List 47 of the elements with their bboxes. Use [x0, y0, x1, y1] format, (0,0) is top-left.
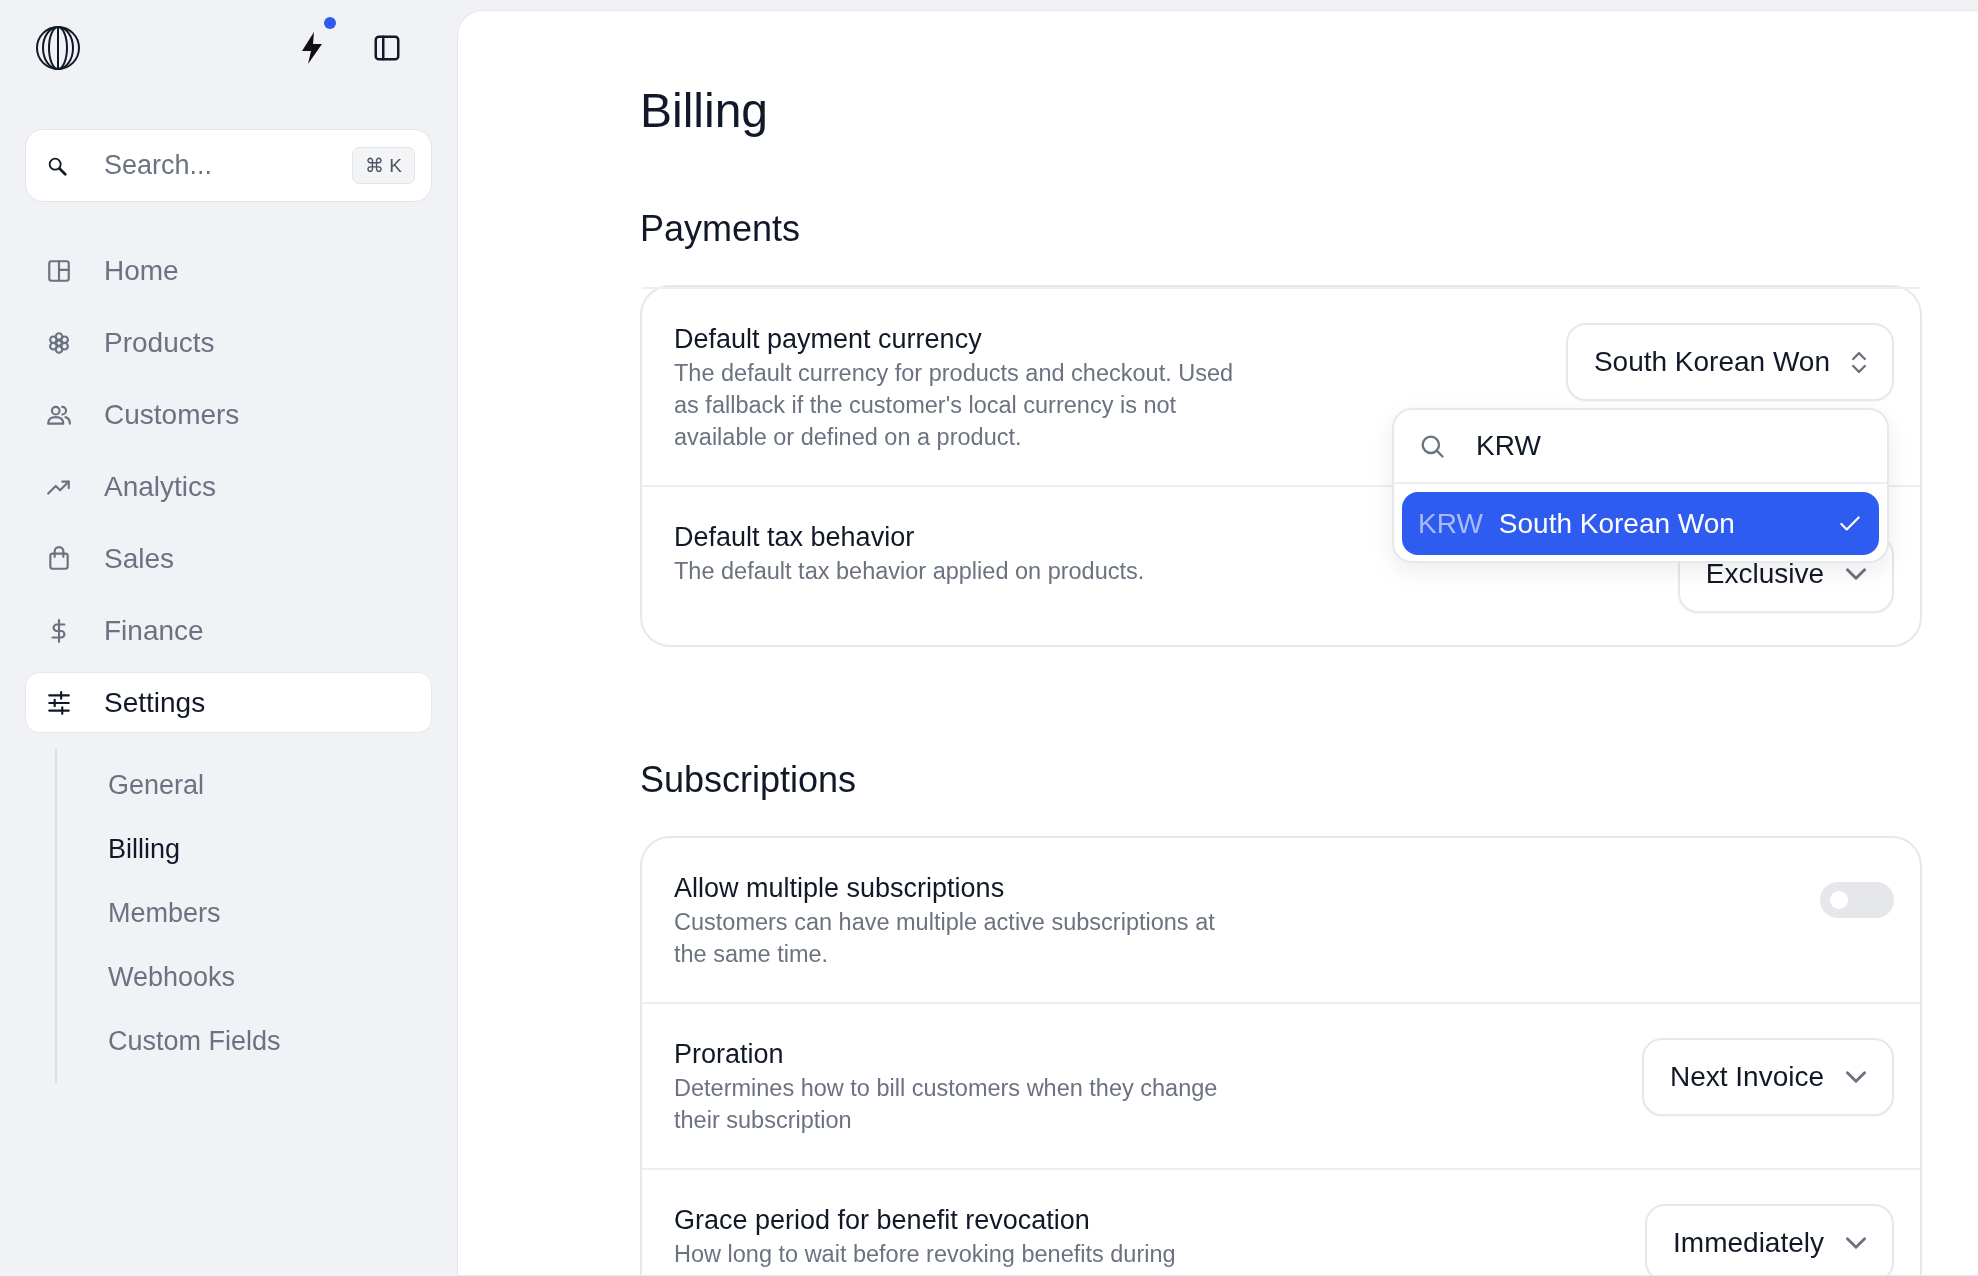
section-title: Subscriptions	[640, 758, 858, 802]
search-field[interactable]: Search... ⌘ K	[25, 129, 432, 202]
setting-title: Default tax behavior	[674, 521, 916, 553]
toggle-switch[interactable]	[1820, 882, 1894, 918]
setting-title: Grace period for benefit revocation	[674, 1204, 1091, 1236]
setting-title: Proration	[674, 1038, 785, 1070]
sliders-icon	[46, 689, 72, 716]
sub-nav-item[interactable]: Billing	[57, 817, 432, 881]
dropdown-search-input[interactable]: KRW	[1474, 429, 1778, 463]
nav-item[interactable]: Finance	[25, 600, 432, 661]
dropdown-search-field[interactable]: KRW	[1394, 410, 1887, 484]
nav-item[interactable]: Sales	[25, 528, 432, 589]
lightning-icon[interactable]	[300, 31, 324, 65]
page-title: Billing	[640, 83, 770, 139]
sub-nav-item[interactable]: Members	[57, 881, 432, 945]
select-dropdown[interactable]: Immediately	[1645, 1204, 1894, 1275]
shortcut-hint: ⌘ K	[352, 147, 415, 184]
setting-description: Determines how to bill customers when they change their subscription	[674, 1074, 1219, 1135]
currency-code: KRW	[1418, 507, 1483, 540]
nav-item[interactable]: Analytics	[25, 456, 432, 517]
setting-description: The default currency for products and checkout. Used as fallback if the customer's local currency is not available or defined on a product.	[674, 359, 1234, 452]
nav-item[interactable]: Products	[25, 312, 432, 373]
sub-nav-item[interactable]: General	[57, 753, 432, 817]
setting-title: Allow multiple subscriptions	[674, 872, 1006, 904]
setting-title: Default payment currency	[674, 323, 983, 355]
nav-item[interactable]: Home	[25, 240, 432, 301]
select-dropdown[interactable]: Next Invoice	[1641, 1038, 1894, 1116]
select-dropdown[interactable]: South Korean Won	[1565, 323, 1894, 401]
section-title: Payments	[640, 207, 802, 251]
nav-item[interactable]: Customers	[25, 384, 432, 445]
layout-icon	[46, 257, 72, 284]
logo-icon	[34, 24, 82, 72]
search-input[interactable]: Search...	[102, 149, 353, 182]
chevron-down-icon	[1846, 1071, 1866, 1083]
setting-description: The default tax behavior applied on products.	[674, 557, 1146, 586]
flower-icon	[46, 329, 72, 356]
updown-caret-icon	[1852, 351, 1866, 373]
sub-nav-item[interactable]: Custom Fields	[57, 1009, 432, 1073]
dropdown-option[interactable]: KRW South Korean Won	[1402, 492, 1879, 555]
setting-description: How long to wait before revoking benefits during	[674, 1240, 1177, 1269]
nav-item[interactable]: Settings	[25, 672, 432, 733]
sidebar-toggle-icon[interactable]	[372, 33, 402, 63]
bag-icon	[46, 545, 72, 572]
setting-description: Customers can have multiple active subscriptions at the same time.	[674, 908, 1216, 969]
chevron-down-icon	[1846, 1237, 1866, 1249]
sub-nav-item[interactable]: Webhooks	[57, 945, 432, 1009]
chevron-down-icon	[1846, 568, 1866, 580]
